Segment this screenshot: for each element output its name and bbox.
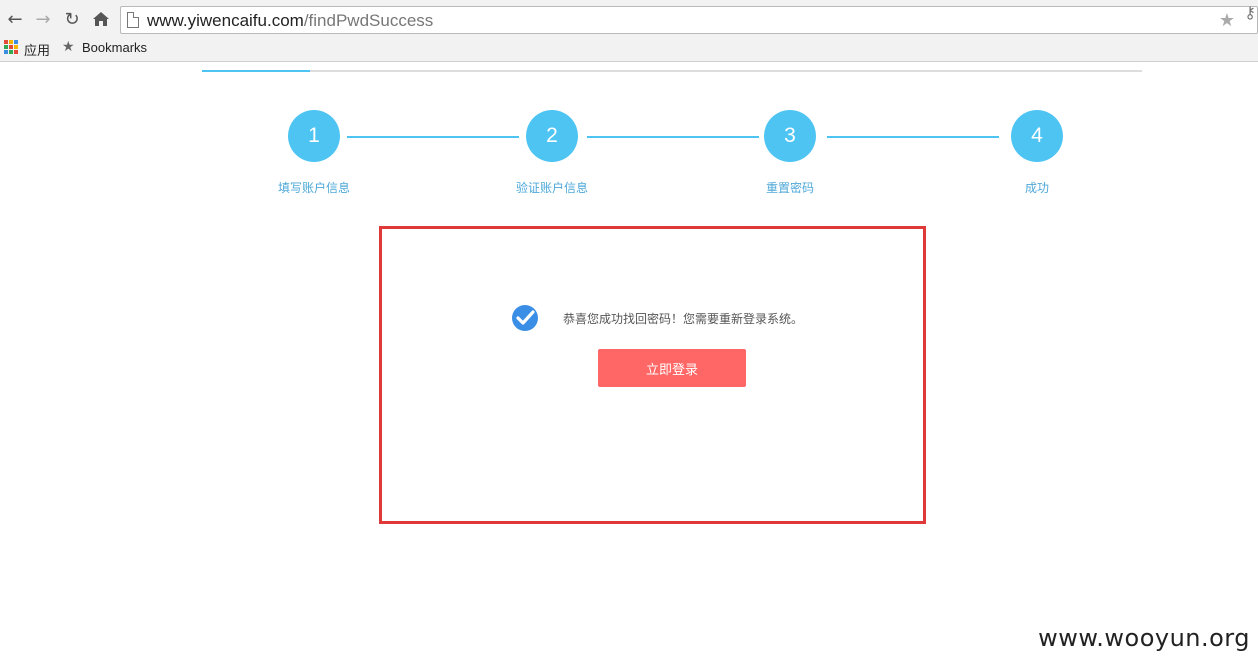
home-icon-glyph	[93, 12, 109, 26]
step-connector	[347, 136, 519, 138]
forward-icon[interactable]: →	[32, 8, 54, 30]
reload-icon[interactable]: ↻	[61, 8, 83, 30]
bookmark-apps[interactable]: 应用	[24, 40, 50, 59]
page-icon	[127, 12, 139, 28]
bookmark-bookmarks[interactable]: Bookmarks	[82, 40, 147, 55]
bookmarks-bar	[0, 38, 1258, 62]
star-icon[interactable]: ★	[1219, 10, 1235, 31]
page-top-rule-active	[202, 70, 310, 72]
success-message: 恭喜您成功找回密码！您需要重新登录系统。	[563, 312, 804, 326]
watermark-text: www.wooyun.org	[1038, 624, 1250, 652]
check-circle-icon	[512, 305, 538, 331]
step-2-label: 验证账户信息	[515, 181, 588, 195]
step-3-circle: 3	[764, 110, 816, 162]
step-2-circle: 2	[526, 110, 578, 162]
browser-toolbar: ← → ↻ www.yiwencaifu.com/findPwdSuccess …	[0, 0, 1258, 38]
step-connector	[827, 136, 999, 138]
step-3-label: 重置密码	[765, 181, 814, 195]
step-1-circle: 1	[288, 110, 340, 162]
step-4-label: 成功	[1024, 181, 1049, 195]
page-top-rule	[202, 70, 1142, 72]
step-1-label: 填写账户信息	[277, 181, 350, 195]
step-connector	[587, 136, 759, 138]
url-text[interactable]: www.yiwencaifu.com/findPwdSuccess	[147, 11, 433, 31]
apps-icon[interactable]	[4, 40, 18, 54]
step-4-circle: 4	[1011, 110, 1063, 162]
address-bar[interactable]: www.yiwencaifu.com/findPwdSuccess ★	[120, 6, 1258, 34]
key-icon[interactable]: ⚷	[1244, 3, 1256, 22]
bookmark-star-icon: ★	[62, 39, 75, 55]
url-host: www.yiwencaifu.com	[147, 11, 304, 30]
url-path: /findPwdSuccess	[303, 11, 434, 30]
home-icon[interactable]	[90, 8, 112, 30]
back-icon[interactable]: ←	[4, 8, 26, 30]
login-now-button[interactable]: 立即登录	[598, 349, 746, 387]
